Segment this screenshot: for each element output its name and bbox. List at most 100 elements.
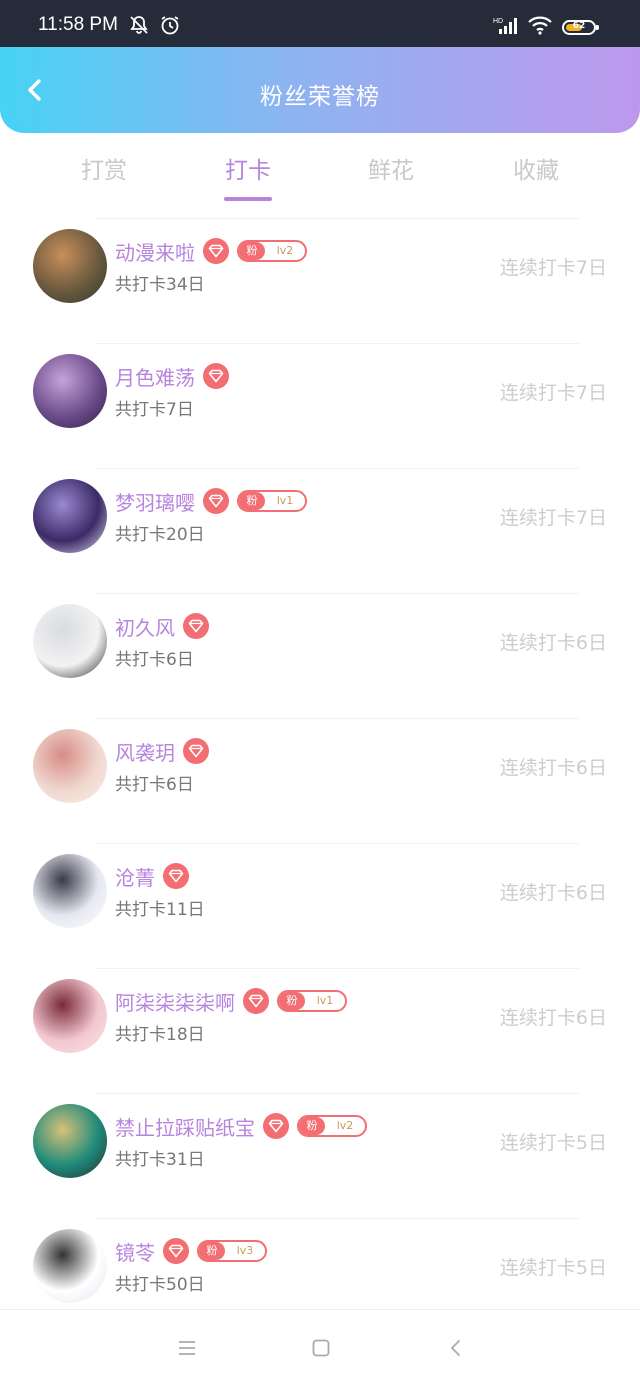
list-item[interactable]: 沧菁共打卡11日 连续打卡6日 <box>0 843 640 968</box>
vip-diamond-badge <box>263 1113 289 1139</box>
tab-checkin[interactable]: 打卡 <box>188 151 308 201</box>
fan-name[interactable]: 禁止拉踩贴纸宝 <box>115 1112 255 1141</box>
streak-checkins: 连续打卡7日 <box>499 382 607 404</box>
streak-checkins: 连续打卡5日 <box>499 1257 607 1279</box>
avatar[interactable] <box>33 479 107 553</box>
tab-label: 鲜花 <box>368 158 414 184</box>
list-item[interactable]: 初久风共打卡6日 连续打卡6日 <box>0 593 640 718</box>
system-nav-bar <box>0 1309 640 1388</box>
signal-icon: HD <box>493 15 519 39</box>
header: 粉丝荣誉榜 <box>0 47 640 133</box>
fan-name[interactable]: 初久风 <box>115 612 175 641</box>
fan-name[interactable]: 风袭玥 <box>115 737 175 766</box>
row-divider <box>95 218 580 219</box>
tab-flowers[interactable]: 鲜花 <box>331 151 451 185</box>
battery-level: 62 <box>572 21 586 31</box>
fan-level: lv1 <box>276 494 294 507</box>
diamond-icon <box>168 1244 184 1258</box>
home-square-icon <box>312 1339 330 1357</box>
total-checkins: 共打卡34日 <box>115 275 205 295</box>
nav-back-button[interactable] <box>446 1338 466 1362</box>
fan-label: 粉 <box>239 242 265 260</box>
fan-name[interactable]: 沧菁 <box>115 862 155 891</box>
status-bar: 11:58 PM HD 62 <box>0 0 640 47</box>
row-divider <box>95 1218 580 1219</box>
svg-text:HD: HD <box>493 18 503 25</box>
total-checkins: 共打卡20日 <box>115 525 205 545</box>
tab-label: 打赏 <box>81 158 127 184</box>
fan-level: lv2 <box>336 1119 354 1132</box>
alarm-icon <box>159 15 181 39</box>
total-checkins: 共打卡31日 <box>115 1150 205 1170</box>
menu-icon <box>179 1341 195 1355</box>
diamond-icon <box>188 619 204 633</box>
vip-diamond-badge <box>203 363 229 389</box>
fan-name[interactable]: 阿柒柒柒柒啊 <box>115 987 235 1016</box>
avatar[interactable] <box>33 1104 107 1178</box>
total-checkins: 共打卡6日 <box>115 775 194 795</box>
fan-name[interactable]: 梦羽璃嘤 <box>115 487 195 516</box>
total-checkins: 共打卡50日 <box>115 1275 205 1295</box>
streak-checkins: 连续打卡6日 <box>499 882 607 904</box>
avatar[interactable] <box>33 729 107 803</box>
fan-level-badge: 粉 lv1 <box>277 990 347 1012</box>
diamond-icon <box>168 869 184 883</box>
tab-label: 打卡 <box>225 158 271 184</box>
tab-indicator <box>224 197 272 201</box>
fan-name[interactable]: 镜苓 <box>115 1237 155 1266</box>
streak-checkins: 连续打卡7日 <box>499 507 607 529</box>
vip-diamond-badge <box>203 238 229 264</box>
fan-level: lv3 <box>236 1244 254 1257</box>
fan-level-badge: 粉 lv2 <box>297 1115 367 1137</box>
vip-diamond-badge <box>183 613 209 639</box>
fan-label: 粉 <box>239 492 265 510</box>
list-item[interactable]: 梦羽璃嘤 粉 lv1 共打卡20日 连续打卡7日 <box>0 468 640 593</box>
row-divider <box>95 718 580 719</box>
total-checkins: 共打卡18日 <box>115 1025 205 1045</box>
tab-bar: 打赏 打卡 鲜花 收藏 <box>0 133 640 203</box>
nav-back-icon <box>450 1340 460 1356</box>
fan-name[interactable]: 月色难荡 <box>115 362 195 391</box>
list-item[interactable]: 阿柒柒柒柒啊 粉 lv1 共打卡18日 连续打卡6日 <box>0 968 640 1093</box>
list-item[interactable]: 动漫来啦 粉 lv2 共打卡34日 连续打卡7日 <box>0 218 640 343</box>
diamond-icon <box>248 994 264 1008</box>
streak-checkins: 连续打卡7日 <box>499 257 607 279</box>
streak-checkins: 连续打卡6日 <box>499 632 607 654</box>
fan-level: lv1 <box>316 994 334 1007</box>
row-divider <box>95 468 580 469</box>
list-item[interactable]: 月色难荡 共打卡7日 连续打卡7日 <box>0 343 640 468</box>
row-divider <box>95 843 580 844</box>
row-divider <box>95 968 580 969</box>
fan-label: 粉 <box>199 1242 225 1260</box>
home-button[interactable] <box>311 1338 331 1362</box>
avatar[interactable] <box>33 229 107 303</box>
diamond-icon <box>208 494 224 508</box>
diamond-icon <box>208 369 224 383</box>
mute-bell-icon <box>128 15 150 39</box>
tab-favorites[interactable]: 收藏 <box>476 151 596 185</box>
vip-diamond-badge <box>183 738 209 764</box>
total-checkins: 共打卡11日 <box>115 900 205 920</box>
avatar[interactable] <box>33 854 107 928</box>
streak-checkins: 连续打卡6日 <box>499 1007 607 1029</box>
fan-level-badge: 粉 lv1 <box>237 490 307 512</box>
row-divider <box>95 343 580 344</box>
battery-icon: 62 <box>562 20 599 35</box>
vip-diamond-badge <box>243 988 269 1014</box>
diamond-icon <box>268 1119 284 1133</box>
tab-reward[interactable]: 打赏 <box>44 151 164 185</box>
list-item[interactable]: 风袭玥共打卡6日 连续打卡6日 <box>0 718 640 843</box>
row-divider <box>95 1093 580 1094</box>
avatar[interactable] <box>33 1229 107 1303</box>
avatar[interactable] <box>33 354 107 428</box>
avatar[interactable] <box>33 604 107 678</box>
avatar[interactable] <box>33 979 107 1053</box>
fan-name[interactable]: 动漫来啦 <box>115 237 195 266</box>
vip-diamond-badge <box>203 488 229 514</box>
fan-level: lv2 <box>276 244 294 257</box>
list-item[interactable]: 禁止拉踩贴纸宝 粉 lv2 共打卡31日 连续打卡5日 <box>0 1093 640 1218</box>
total-checkins: 共打卡6日 <box>115 650 194 670</box>
streak-checkins: 连续打卡6日 <box>499 757 607 779</box>
wifi-icon <box>527 15 553 39</box>
menu-button[interactable] <box>177 1338 197 1362</box>
